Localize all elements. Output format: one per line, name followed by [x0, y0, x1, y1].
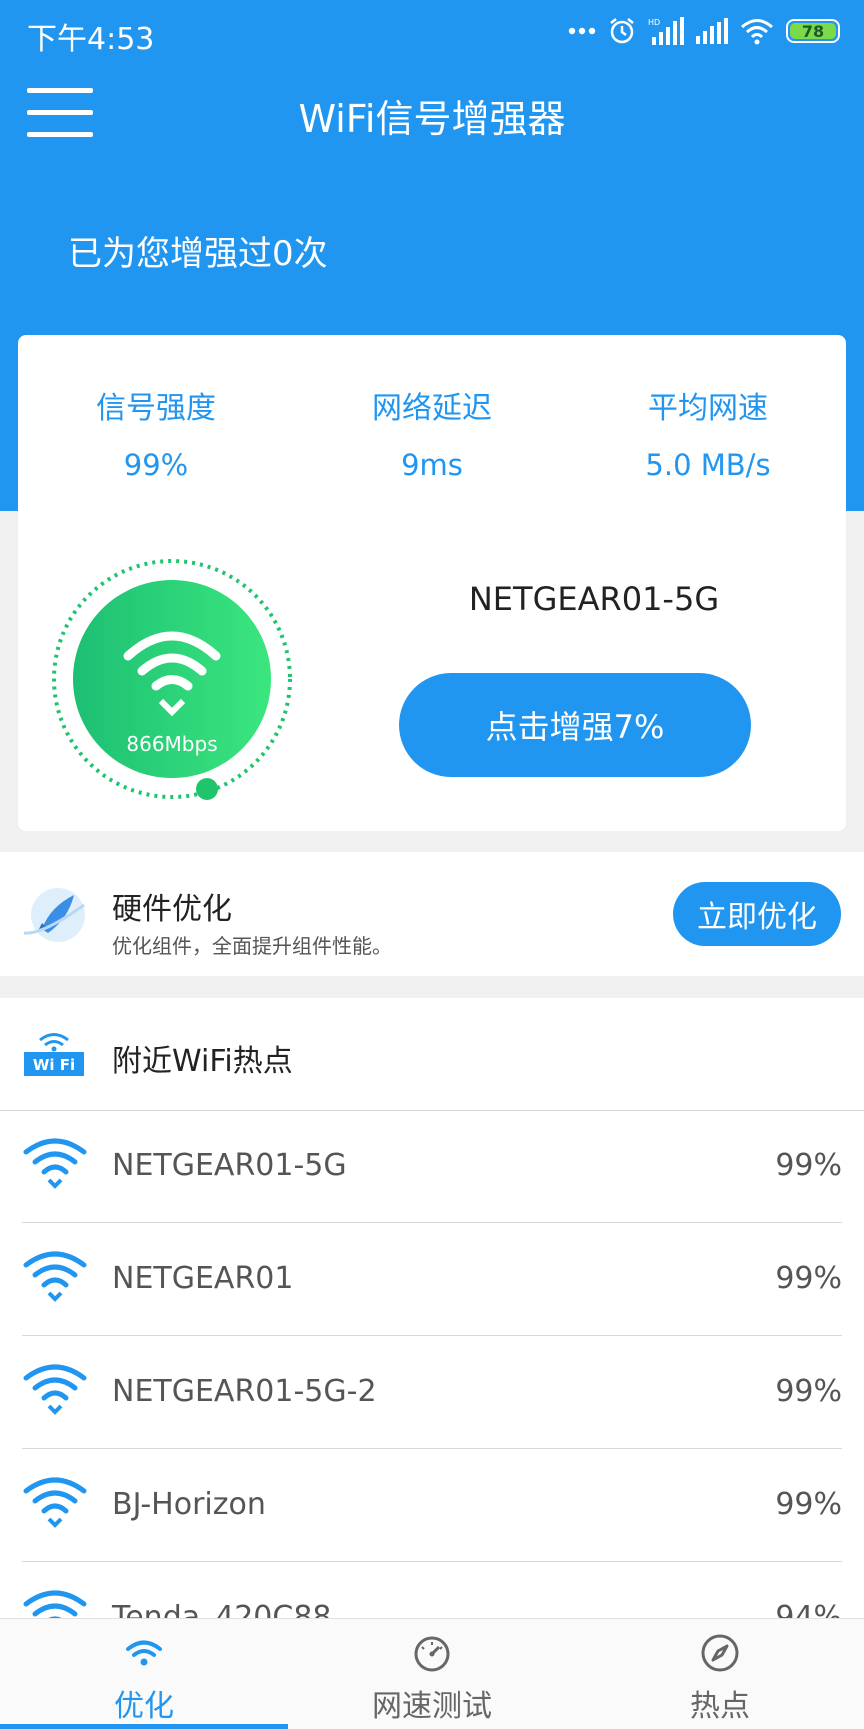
wifi-signal-icon — [23, 1590, 87, 1618]
stat-value: 5.0 MB/s — [645, 448, 771, 482]
wifi-list-item[interactable]: NETGEAR01-5G-2 99% — [22, 1336, 842, 1449]
status-card: 信号强度 99% 网络延迟 9ms 平均网速 5.0 MB/s 866Mbps … — [18, 335, 846, 831]
wifi-signal-percent: 99% — [775, 1374, 842, 1409]
svg-text:Wi Fi: Wi Fi — [33, 1056, 75, 1074]
page-title: WiFi信号增强器 — [298, 97, 566, 141]
speedometer-icon — [414, 1636, 450, 1672]
nearby-wifi-header: Wi Fi 附近WiFi热点 — [0, 998, 864, 1111]
tab-hotspot[interactable]: 热点 — [576, 1619, 864, 1729]
nearby-wifi-list: Wi Fi 附近WiFi热点 NETGEAR01-5G 99% NETGEAR0… — [0, 998, 864, 1618]
wifi-ssid: BJ-Horizon — [112, 1487, 266, 1522]
alarm-icon — [610, 18, 634, 44]
status-icons: HD 78 — [568, 14, 840, 48]
tab-label: 网速测试 — [372, 1689, 492, 1724]
stat-value: 9ms — [401, 448, 463, 482]
tab-label: 优化 — [114, 1689, 174, 1724]
tab-label: 热点 — [690, 1689, 750, 1724]
nearby-wifi-title: 附近WiFi热点 — [112, 1044, 293, 1079]
wifi-signal-percent: 94% — [775, 1600, 842, 1618]
stat-label: 网络延迟 — [372, 391, 492, 426]
wifi-signal-icon — [23, 1477, 87, 1528]
wifi-signal-percent: 99% — [775, 1261, 842, 1296]
more-dots-icon — [568, 27, 596, 35]
wifi-list-item[interactable]: NETGEAR01 99% — [22, 1223, 842, 1336]
signal-hd-icon: HD — [648, 17, 684, 45]
wifi-signal-icon — [23, 1138, 87, 1189]
tab-optimize[interactable]: 优化 — [0, 1619, 288, 1729]
hardware-description: 优化组件，全面提升组件性能。 — [112, 934, 392, 958]
wifi-signal-icon — [23, 1364, 87, 1415]
wifi-ssid: Tenda_420C88 — [112, 1600, 332, 1618]
wifi-list-item[interactable]: Tenda_420C88 94% — [22, 1562, 842, 1618]
rocket-icon — [23, 888, 85, 942]
wifi-list-item[interactable]: BJ-Horizon 99% — [22, 1449, 842, 1562]
wifi-badge-icon: Wi Fi — [24, 1033, 84, 1076]
gauge-knob — [196, 778, 218, 800]
hardware-optimization-row: 硬件优化 优化组件，全面提升组件性能。 立即优化 — [0, 852, 864, 976]
optimize-now-button[interactable]: 立即优化 — [673, 882, 841, 946]
current-ssid: NETGEAR01-5G — [468, 580, 720, 618]
wifi-ssid: NETGEAR01-5G — [112, 1148, 347, 1183]
stat-value: 99% — [123, 448, 189, 482]
boost-button[interactable]: 点击增强7% — [399, 673, 751, 777]
compass-icon — [701, 1634, 739, 1672]
bottom-tab-bar: 优化 网速测试 热点 — [0, 1618, 864, 1729]
wifi-signal-percent: 99% — [775, 1487, 842, 1522]
wifi-icon — [126, 1640, 162, 1666]
stat-label: 平均网速 — [648, 391, 768, 426]
wifi-ssid: NETGEAR01-5G-2 — [112, 1374, 377, 1409]
wifi-signal-icon — [23, 1251, 87, 1302]
speed-gauge: 866Mbps — [52, 559, 292, 800]
boost-count-text: 已为您增强过0次 — [68, 234, 328, 274]
battery-level: 78 — [801, 21, 825, 41]
wifi-status-icon — [741, 19, 773, 45]
status-bar: 下午4:53 HD 78 — [0, 0, 864, 62]
gauge-speed-label: 866Mbps — [126, 732, 217, 756]
status-time: 下午4:53 — [27, 22, 155, 57]
tab-speed-test[interactable]: 网速测试 — [288, 1619, 576, 1729]
wifi-signal-percent: 99% — [775, 1148, 842, 1183]
tab-active-indicator — [0, 1724, 288, 1729]
wifi-list-item[interactable]: NETGEAR01-5G 99% — [22, 1110, 842, 1223]
battery-icon: 78 — [786, 19, 840, 43]
stat-label: 信号强度 — [96, 391, 216, 426]
svg-text:HD: HD — [648, 18, 660, 27]
wifi-ssid: NETGEAR01 — [112, 1261, 294, 1296]
hardware-title: 硬件优化 — [112, 892, 232, 927]
signal-icon — [696, 18, 728, 44]
